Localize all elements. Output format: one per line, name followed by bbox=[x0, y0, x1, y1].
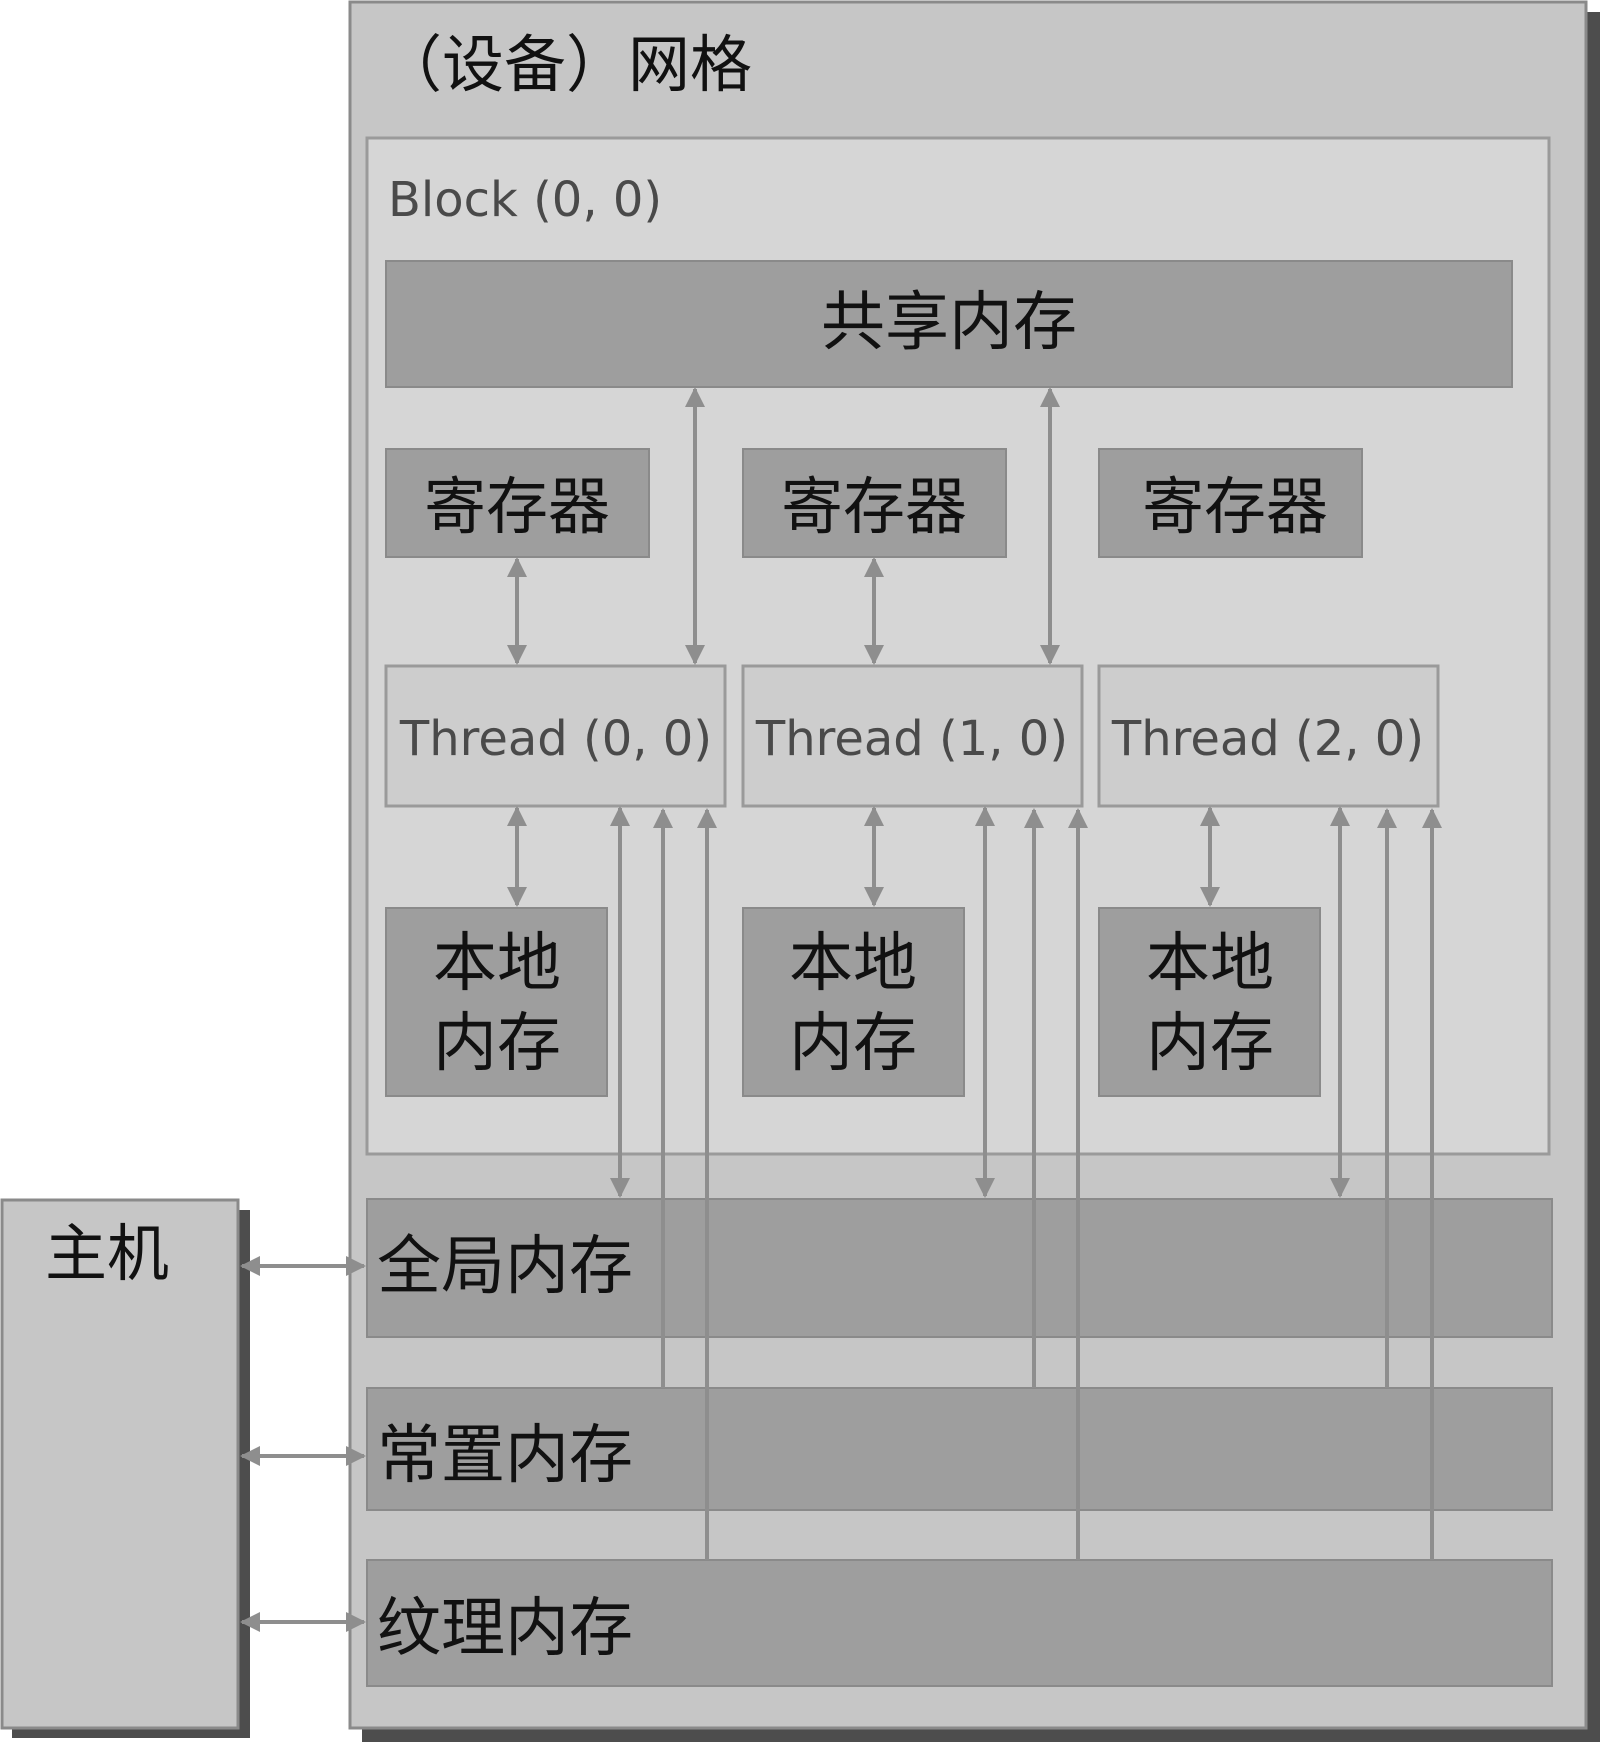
constant-memory-box: 常置内存 bbox=[366, 1387, 1553, 1511]
thread-0: Thread (0, 0) bbox=[384, 664, 727, 808]
constant-memory-label: 常置内存 bbox=[377, 1419, 633, 1493]
global-memory-box: 全局内存 bbox=[366, 1198, 1553, 1338]
registers-1-label: 寄存器 bbox=[781, 470, 967, 543]
registers-0-label: 寄存器 bbox=[424, 470, 610, 543]
registers-2: 寄存器 bbox=[1098, 448, 1363, 558]
thread-0-label: Thread (0, 0) bbox=[399, 711, 712, 767]
global-memory-label: 全局内存 bbox=[377, 1230, 633, 1304]
diagram-canvas: 主机 （设备）网格 Block (0, 0) 共享内存 寄存器 寄存器 寄存器 … bbox=[0, 0, 1600, 1742]
cuda-memory-diagram: 主机 （设备）网格 Block (0, 0) 共享内存 寄存器 寄存器 寄存器 … bbox=[0, 0, 1600, 1742]
local-memory-1-line2: 内存 bbox=[789, 1007, 917, 1081]
local-memory-2-line1: 本地 bbox=[1146, 927, 1274, 1001]
local-memory-0-line2: 内存 bbox=[433, 1007, 561, 1081]
local-memory-2: 本地 内存 bbox=[1098, 907, 1321, 1097]
host-label: 主机 bbox=[45, 1217, 169, 1290]
local-memory-0: 本地 内存 bbox=[385, 907, 608, 1097]
registers-2-label: 寄存器 bbox=[1142, 470, 1328, 543]
texture-memory-label: 纹理内存 bbox=[377, 1592, 633, 1666]
thread-2: Thread (2, 0) bbox=[1097, 664, 1440, 808]
texture-memory-box: 纹理内存 bbox=[366, 1559, 1553, 1687]
shared-memory-label: 共享内存 bbox=[821, 286, 1077, 360]
registers-0: 寄存器 bbox=[385, 448, 650, 558]
local-memory-1: 本地 内存 bbox=[742, 907, 965, 1097]
registers-1: 寄存器 bbox=[742, 448, 1007, 558]
thread-1-label: Thread (1, 0) bbox=[755, 711, 1068, 767]
thread-2-label: Thread (2, 0) bbox=[1111, 711, 1424, 767]
host-box: 主机 bbox=[0, 1198, 250, 1738]
local-memory-0-line1: 本地 bbox=[433, 927, 561, 1001]
grid-title: （设备）网格 bbox=[380, 28, 752, 101]
thread-1: Thread (1, 0) bbox=[741, 664, 1084, 808]
shared-memory-box: 共享内存 bbox=[385, 260, 1513, 388]
local-memory-1-line1: 本地 bbox=[789, 927, 917, 1001]
local-memory-2-line2: 内存 bbox=[1146, 1007, 1274, 1081]
block-label: Block (0, 0) bbox=[388, 172, 662, 228]
